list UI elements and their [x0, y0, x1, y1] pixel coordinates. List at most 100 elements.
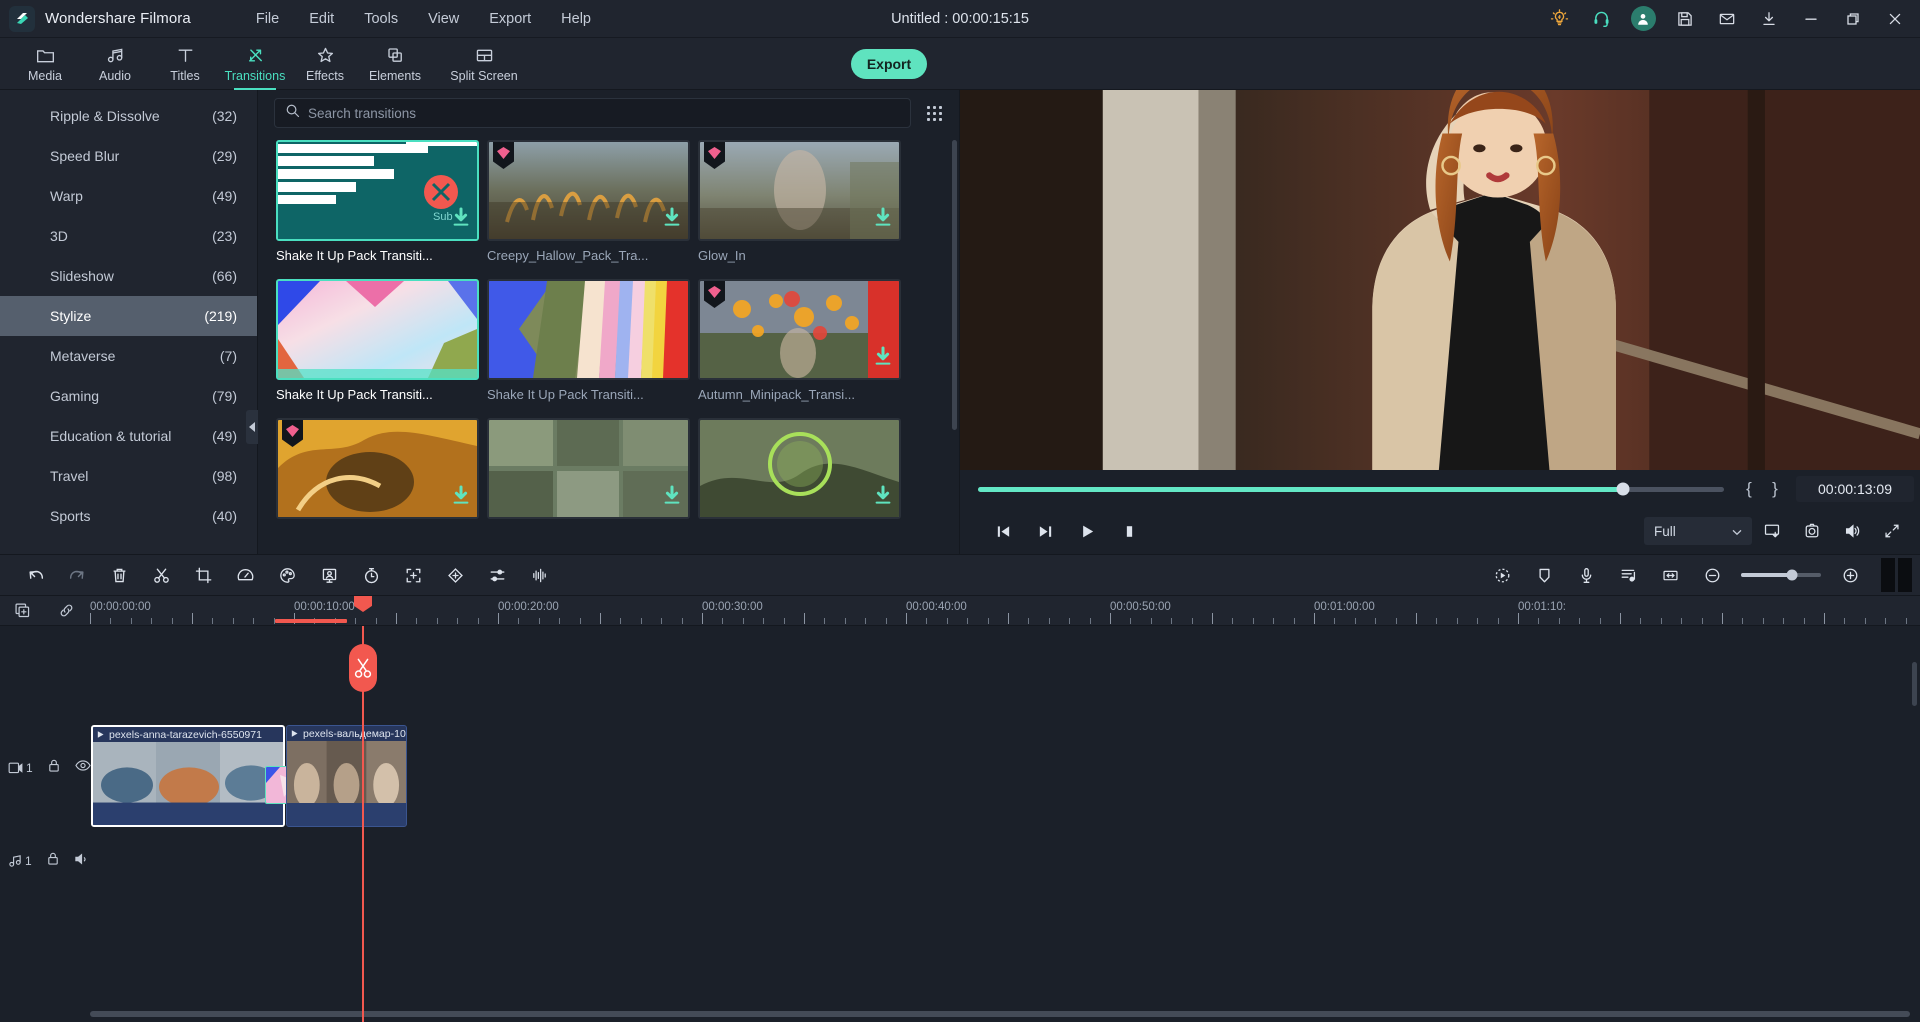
- download-icon[interactable]: [452, 207, 470, 234]
- audio-mixer-icon[interactable]: [1607, 558, 1649, 592]
- next-frame-button[interactable]: [1024, 514, 1066, 548]
- redo-arrow-icon[interactable]: [56, 558, 98, 592]
- tab-transitions[interactable]: Transitions: [220, 38, 290, 90]
- transition-thumbnail[interactable]: [487, 140, 690, 241]
- sidebar-item-sports[interactable]: Sports (40): [0, 496, 257, 536]
- menu-view[interactable]: View: [413, 5, 474, 33]
- transition-card[interactable]: [487, 418, 690, 526]
- zoom-handle[interactable]: [1786, 569, 1798, 581]
- lock-icon[interactable]: [47, 758, 61, 778]
- transition-thumbnail[interactable]: [276, 279, 479, 380]
- download-icon[interactable]: [663, 485, 681, 512]
- download-icon[interactable]: [1748, 0, 1790, 38]
- menu-tools[interactable]: Tools: [349, 5, 413, 33]
- playhead[interactable]: [349, 596, 377, 1022]
- transition-thumbnail[interactable]: [698, 279, 901, 380]
- download-icon[interactable]: [874, 485, 892, 512]
- download-icon[interactable]: [874, 346, 892, 373]
- lightbulb-tips-icon[interactable]: [1538, 0, 1580, 38]
- download-icon[interactable]: [663, 207, 681, 234]
- undo-arrow-icon[interactable]: [14, 558, 56, 592]
- transition-card[interactable]: Autumn_Minipack_Transi...: [698, 279, 901, 402]
- sidebar-item-gaming[interactable]: Gaming (79): [0, 376, 257, 416]
- sidebar-item-stylize[interactable]: Stylize (219): [0, 296, 257, 336]
- stop-button[interactable]: [1108, 514, 1150, 548]
- add-to-timeline-button[interactable]: [1752, 514, 1792, 548]
- previous-frame-button[interactable]: [982, 514, 1024, 548]
- save-project-icon[interactable]: [1664, 0, 1706, 38]
- search-input[interactable]: [308, 105, 900, 121]
- transition-thumbnail[interactable]: [487, 418, 690, 519]
- link-chain-icon[interactable]: [44, 596, 88, 626]
- timeline-zoom-slider[interactable]: [1741, 569, 1821, 581]
- add-media-icon[interactable]: [0, 596, 44, 626]
- fit-width-icon[interactable]: [1649, 558, 1691, 592]
- marker-shield-icon[interactable]: [1523, 558, 1565, 592]
- maximize-window-icon[interactable]: [1832, 0, 1874, 38]
- transition-card[interactable]: Shake It Up Pack Transiti...: [487, 279, 690, 402]
- preview-timecode[interactable]: 00:00:13:09: [1796, 476, 1914, 502]
- audio-track-icon[interactable]: 1: [8, 854, 32, 868]
- transition-card[interactable]: Glow_In: [698, 140, 901, 263]
- user-account-avatar-icon[interactable]: [1622, 0, 1664, 38]
- sidebar-item-ripple-dissolve[interactable]: Ripple & Dissolve (32): [0, 96, 257, 136]
- timeline-clip[interactable]: pexels-anna-tarazevich-6550971: [91, 725, 285, 827]
- play-button[interactable]: [1066, 514, 1108, 548]
- snapshot-camera-icon[interactable]: [1792, 514, 1832, 548]
- grid-view-icon[interactable]: [921, 100, 947, 126]
- video-preview-canvas[interactable]: [960, 90, 1920, 470]
- tab-titles[interactable]: Titles: [150, 38, 220, 90]
- transition-thumbnail[interactable]: [698, 418, 901, 519]
- sidebar-item-education-tutorial[interactable]: Education & tutorial (49): [0, 416, 257, 456]
- tab-elements[interactable]: Elements: [360, 38, 430, 90]
- progress-handle[interactable]: [1616, 482, 1630, 496]
- transition-thumbnail[interactable]: [487, 279, 690, 380]
- collapse-panel-arrow-icon[interactable]: [246, 410, 258, 444]
- sidebar-item-warp[interactable]: Warp (49): [0, 176, 257, 216]
- scissors-icon[interactable]: [140, 558, 182, 592]
- transition-thumbnail[interactable]: Sub: [276, 140, 479, 241]
- transition-card[interactable]: [698, 418, 901, 526]
- video-track-icon[interactable]: 1: [8, 761, 33, 775]
- menu-edit[interactable]: Edit: [294, 5, 349, 33]
- microphone-icon[interactable]: [1565, 558, 1607, 592]
- timeline-clip[interactable]: pexels-вальдемар-10: [286, 725, 407, 827]
- transition-card[interactable]: Sub Shake It Up Pack Transiti...: [276, 140, 479, 263]
- sidebar-item-travel[interactable]: Travel (98): [0, 456, 257, 496]
- render-preview-icon[interactable]: [1481, 558, 1523, 592]
- sidebar-item-metaverse[interactable]: Metaverse (7): [0, 336, 257, 376]
- trash-icon[interactable]: [98, 558, 140, 592]
- mail-feedback-icon[interactable]: [1706, 0, 1748, 38]
- export-button[interactable]: Export: [851, 49, 927, 79]
- scissors-split-playhead-icon[interactable]: [349, 644, 377, 692]
- sliders-icon[interactable]: [476, 558, 518, 592]
- preview-quality-select[interactable]: Full: [1644, 517, 1752, 545]
- audio-waveform-icon[interactable]: [518, 558, 560, 592]
- download-icon[interactable]: [452, 485, 470, 512]
- minimize-window-icon[interactable]: [1790, 0, 1832, 38]
- menu-help[interactable]: Help: [546, 5, 606, 33]
- sidebar-item-3d[interactable]: 3D (23): [0, 216, 257, 256]
- green-screen-icon[interactable]: [308, 558, 350, 592]
- tab-audio[interactable]: Audio: [80, 38, 150, 90]
- sidebar-item-speed-blur[interactable]: Speed Blur (29): [0, 136, 257, 176]
- zoom-in-plus-icon[interactable]: [1829, 558, 1871, 592]
- motion-tracking-icon[interactable]: [392, 558, 434, 592]
- headset-support-icon[interactable]: [1580, 0, 1622, 38]
- speedometer-icon[interactable]: [224, 558, 266, 592]
- menu-export[interactable]: Export: [474, 5, 546, 33]
- close-window-icon[interactable]: [1874, 0, 1916, 38]
- mark-in-brace-icon[interactable]: {: [1736, 479, 1762, 499]
- expand-fullscreen-icon[interactable]: [1872, 514, 1912, 548]
- zoom-out-minus-icon[interactable]: [1691, 558, 1733, 592]
- transition-card[interactable]: Shake It Up Pack Transiti...: [276, 279, 479, 402]
- tab-effects[interactable]: Effects: [290, 38, 360, 90]
- speaker-mute-icon[interactable]: [74, 852, 90, 871]
- transition-thumbnail[interactable]: [276, 418, 479, 519]
- tab-split-screen[interactable]: Split Screen: [430, 38, 538, 90]
- timeline-vertical-scrollbar[interactable]: [1912, 662, 1917, 706]
- speaker-volume-icon[interactable]: [1832, 514, 1872, 548]
- transition-thumbnail[interactable]: [698, 140, 901, 241]
- preview-progress-slider[interactable]: [978, 482, 1724, 496]
- search-box[interactable]: [274, 98, 911, 128]
